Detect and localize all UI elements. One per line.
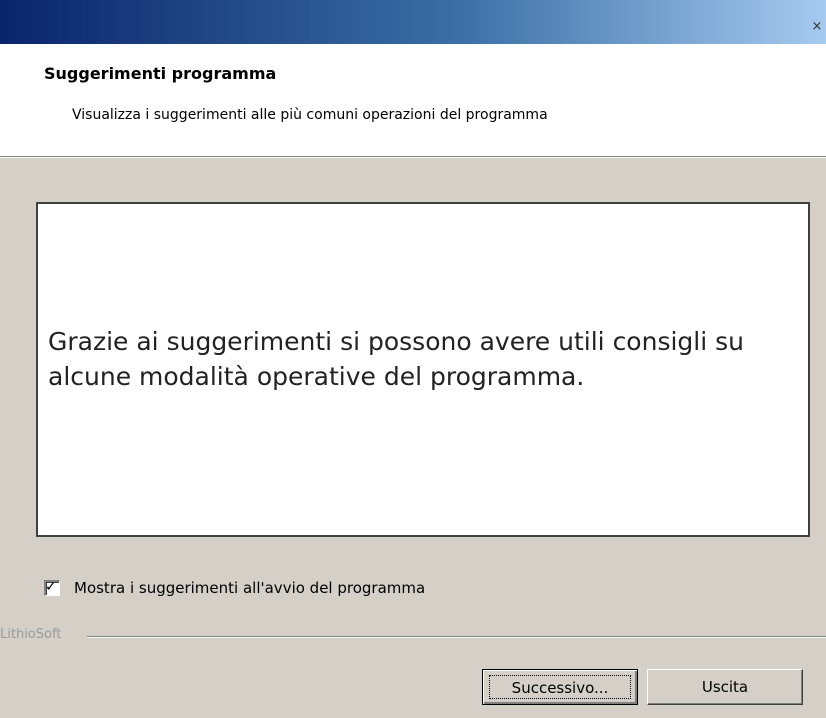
next-button-label: Successivo... <box>489 675 631 699</box>
close-icon[interactable]: × <box>810 20 824 34</box>
page-title: Suggerimenti programma <box>44 64 277 83</box>
exit-button[interactable]: Uscita <box>647 669 803 705</box>
footer-divider <box>87 636 826 638</box>
show-on-startup-option[interactable]: ✓ Mostra i suggerimenti all'avvio del pr… <box>44 578 425 598</box>
next-button[interactable]: Successivo... <box>482 669 638 705</box>
dialog-header: Suggerimenti programma Visualizza i sugg… <box>0 44 826 157</box>
show-on-startup-checkbox[interactable]: ✓ <box>44 579 60 596</box>
title-bar[interactable]: × <box>0 0 826 44</box>
tip-text: Grazie ai suggerimenti si possono avere … <box>48 327 744 391</box>
tip-panel: Grazie ai suggerimenti si possono avere … <box>36 202 810 537</box>
page-subtitle: Visualizza i suggerimenti alle più comun… <box>72 107 548 123</box>
checkmark-icon: ✓ <box>45 579 57 595</box>
header-separator <box>0 157 826 158</box>
brand-label: LithioSoft <box>0 627 62 642</box>
show-on-startup-label[interactable]: Mostra i suggerimenti all'avvio del prog… <box>74 579 425 597</box>
